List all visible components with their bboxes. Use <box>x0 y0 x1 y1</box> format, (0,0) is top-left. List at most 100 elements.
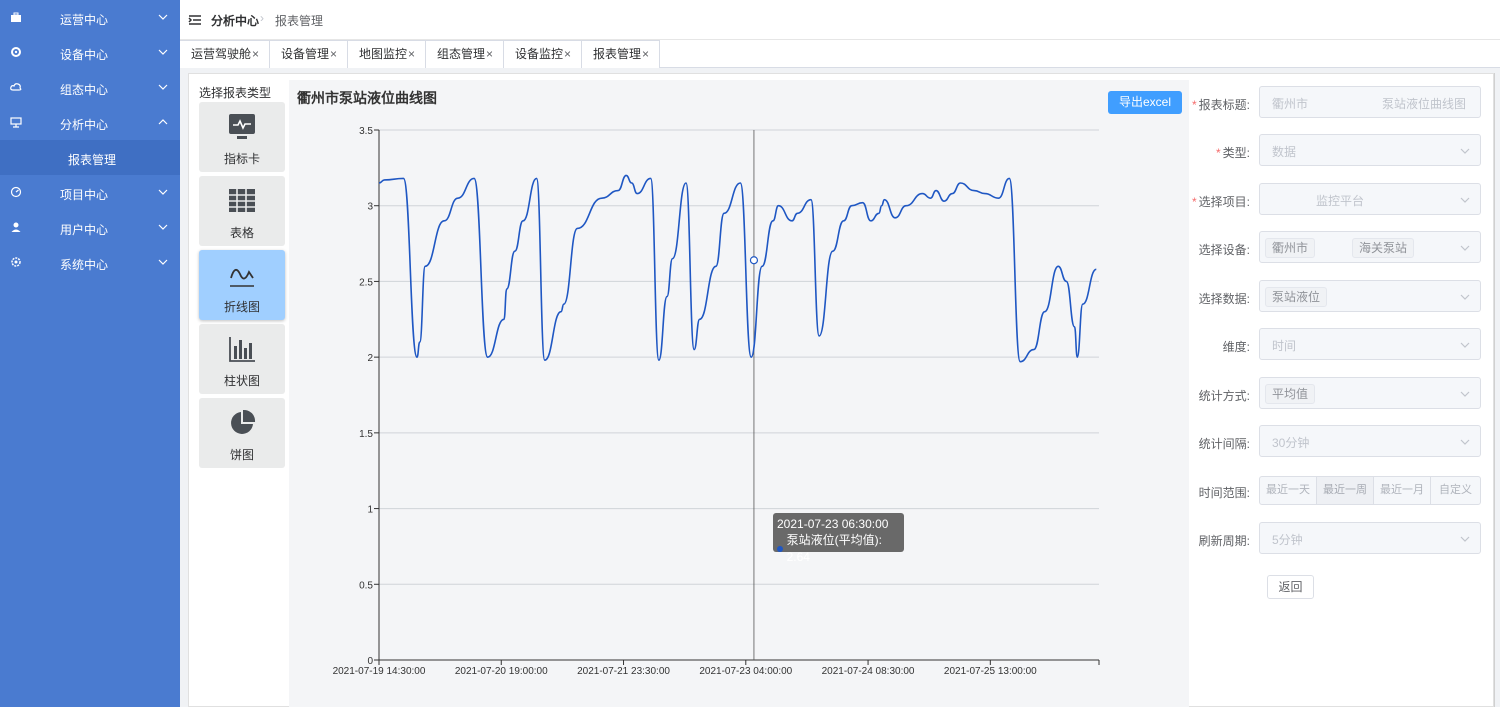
y-tick-label: 2.5 <box>359 277 373 288</box>
sidebar-item-label: 系统中心 <box>60 258 109 272</box>
report-type-line-chart[interactable]: 折线图 <box>199 250 285 320</box>
close-icon[interactable]: × <box>564 47 571 61</box>
tab-label: 运营驾驶舱 <box>191 47 252 61</box>
label-text: 选择数据: <box>1198 292 1250 306</box>
project-label: * 选择项目: <box>1190 193 1250 210</box>
sidebar-item-label: 组态中心 <box>60 83 109 97</box>
chevron-down-icon <box>158 259 168 265</box>
sidebar-item-users[interactable]: 用户中心 <box>0 210 180 245</box>
project-select[interactable]: 监控平台 <box>1259 183 1481 215</box>
close-icon[interactable]: × <box>252 47 259 61</box>
report-type-pie-chart[interactable]: 饼图 <box>199 398 285 468</box>
report-type-bar-chart[interactable]: 柱状图 <box>199 324 285 394</box>
user-icon <box>11 222 21 232</box>
time-range-option[interactable]: 最近一周 <box>1316 476 1374 505</box>
required-marker-icon: * <box>1191 195 1197 209</box>
refresh-select[interactable]: 5分钟 <box>1259 522 1481 554</box>
chart-title-head: 衢州市 <box>297 90 339 106</box>
device-select[interactable]: 衢州市 海关泵站 <box>1259 231 1481 263</box>
back-button[interactable]: 返回 <box>1267 575 1314 599</box>
y-tick-label: 2 <box>367 353 373 364</box>
y-tick-label: 3.5 <box>359 126 373 137</box>
menu-fold-icon[interactable] <box>188 13 202 27</box>
export-excel-button[interactable]: 导出excel <box>1108 91 1182 114</box>
tab-scada-management[interactable]: 组态管理× <box>426 40 504 68</box>
required-marker-icon: * <box>1191 98 1197 112</box>
sidebar-item-label: 用户中心 <box>60 223 109 237</box>
sidebar-item-system[interactable]: 系统中心 <box>0 245 180 280</box>
monitor-icon <box>229 114 255 139</box>
presentation-icon <box>10 117 22 128</box>
close-icon[interactable]: × <box>642 47 649 61</box>
data-tag: 泵站液位 <box>1265 287 1328 307</box>
refresh-value: 5分钟 <box>1272 533 1303 547</box>
label-text: 维度: <box>1222 340 1250 354</box>
tab-map-monitor[interactable]: 地图监控× <box>348 40 426 68</box>
interval-select[interactable]: 30分钟 <box>1259 425 1481 457</box>
device-tag: 海关泵站 <box>1352 238 1415 258</box>
type-value: 数据 <box>1272 145 1297 159</box>
line-chart: 00.511.522.533.52021-07-19 14:30:00 2021-… <box>333 126 1100 677</box>
series-marker-icon <box>777 546 783 552</box>
tab-device-management[interactable]: 设备管理× <box>270 40 348 68</box>
tab-label: 组态管理 <box>437 47 486 61</box>
report-type-label: 饼图 <box>229 448 254 462</box>
sidebar-subitem-report-management[interactable]: 报表管理 <box>0 140 180 175</box>
chevron-down-icon <box>158 224 168 230</box>
chart-title: 衢州市泵站液位曲线图 <box>297 88 437 108</box>
chevron-down-icon <box>158 84 168 90</box>
breadcrumb-analysis[interactable]: 分析中心 <box>211 12 259 29</box>
chevron-down-icon <box>1460 245 1470 251</box>
stat-method-select[interactable]: 平均值 <box>1259 377 1481 409</box>
stat-method-label: 统计方式: <box>1190 387 1250 404</box>
close-icon[interactable]: × <box>486 47 493 61</box>
dimension-select[interactable]: 时间 <box>1259 328 1481 360</box>
sidebar-item-label: 设备中心 <box>60 48 109 62</box>
report-title-value-1: 衢州市 <box>1272 97 1309 111</box>
tab-label: 报表管理 <box>593 47 642 61</box>
label-text: 统计间隔: <box>1198 437 1250 451</box>
tab-device-monitor[interactable]: 设备监控× <box>504 40 582 68</box>
time-range-option[interactable]: 最近一月 <box>1373 476 1431 505</box>
report-type-table[interactable]: 表格 <box>199 176 285 246</box>
sidebar-item-scada[interactable]: 组态中心 <box>0 70 180 105</box>
close-icon[interactable]: × <box>408 47 415 61</box>
tab-label: 设备管理 <box>281 47 330 61</box>
tab-bar: 运营驾驶舱× 设备管理× 地图监控× 组态管理× 设备监控× 报表管理× <box>180 40 1500 68</box>
sidebar-subitem-label: 报表管理 <box>68 153 117 167</box>
report-type-indicator-card[interactable]: 指标卡 <box>199 102 285 172</box>
type-label: * 类型: <box>1190 144 1250 161</box>
breadcrumb-separator-icon: › <box>260 11 264 25</box>
device-tag: 衢州市 <box>1265 238 1316 258</box>
stat-method-tag: 平均值 <box>1265 384 1316 404</box>
sidebar-item-projects[interactable]: 项目中心 <box>0 175 180 210</box>
label-text: 刷新周期: <box>1198 534 1250 548</box>
data-point <box>749 256 759 265</box>
breadcrumb-report-management: 报表管理 <box>275 14 324 28</box>
x-tick-label: 2021-07-19 14:30:00 <box>333 666 426 677</box>
x-tick-label: 2021-07-21 23:30:00 <box>577 666 670 677</box>
time-range-option[interactable]: 自定义 <box>1430 476 1481 505</box>
label-text: 时间范围: <box>1198 486 1250 500</box>
tab-report-management[interactable]: 报表管理× <box>582 40 660 68</box>
report-type-label: 表格 <box>229 226 254 240</box>
label-text: 选择项目: <box>1198 195 1250 209</box>
tab-operations-cockpit[interactable]: 运营驾驶舱× <box>180 40 270 68</box>
sidebar-item-devices[interactable]: 设备中心 <box>0 35 180 70</box>
chevron-down-icon <box>158 189 168 195</box>
chart-title-tail: 泵站液位曲线图 <box>339 90 437 106</box>
chevron-down-icon <box>1460 148 1470 154</box>
sidebar-item-analysis[interactable]: 分析中心 <box>0 105 180 140</box>
type-select[interactable]: 数据 <box>1259 134 1481 166</box>
sidebar-item-label: 运营中心 <box>60 13 109 27</box>
table-icon <box>229 189 255 212</box>
report-title-input[interactable]: 衢州市 泵站液位曲线图 <box>1259 86 1481 118</box>
bar-chart-icon <box>229 337 255 362</box>
time-range-option[interactable]: 最近一天 <box>1259 476 1317 505</box>
dashboard-icon <box>10 186 22 198</box>
label-text: 选择设备: <box>1198 243 1250 257</box>
data-select[interactable]: 泵站液位 <box>1259 280 1481 312</box>
sidebar-item-operations[interactable]: 运营中心 <box>0 0 180 35</box>
data-label: 选择数据: <box>1190 290 1250 307</box>
close-icon[interactable]: × <box>330 47 337 61</box>
